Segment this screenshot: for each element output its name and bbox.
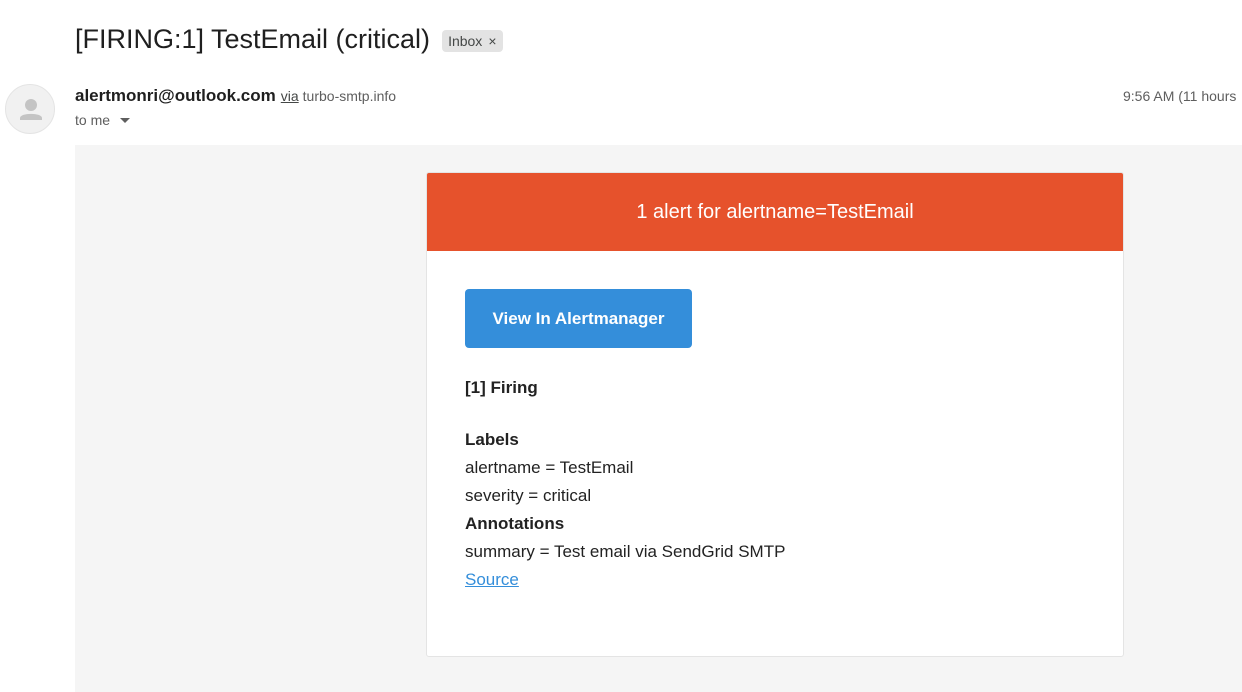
firing-title: [1] Firing [465,378,538,397]
sender-info: alertmonri@outlook.com via turbo-smtp.in… [75,86,396,106]
dropdown-arrow-icon[interactable] [120,118,131,123]
recipient-row[interactable]: to me [75,112,131,128]
email-subject: [FIRING:1] TestEmail (critical) [75,24,431,54]
label-alertname: alertname = TestEmail [465,458,634,477]
via-domain: turbo-smtp.info [302,88,397,104]
email-body: 1 alert for alertname=TestEmail View In … [75,145,1242,692]
alert-card: 1 alert for alertname=TestEmail View In … [426,172,1124,657]
via-link[interactable]: via [281,88,299,104]
email-subject-row: [FIRING:1] TestEmail (critical) Inbox × [75,24,503,55]
alert-card-content: View In Alertmanager [1] Firing Labels a… [427,251,1123,594]
close-icon[interactable]: × [488,33,496,49]
source-link[interactable]: Source [465,570,519,589]
alert-card-header: 1 alert for alertname=TestEmail [427,173,1123,251]
view-in-alertmanager-button[interactable]: View In Alertmanager [465,289,692,348]
sender-name[interactable]: alertmonri@outlook.com [75,86,276,106]
sender-avatar[interactable] [5,84,55,134]
email-timestamp: 9:56 AM (11 hours [1123,88,1237,104]
labels-title: Labels [465,430,519,449]
annotation-summary: summary = Test email via SendGrid SMTP [465,542,786,561]
label-severity: severity = critical [465,486,592,505]
alert-details: Labels alertname = TestEmail severity = … [465,426,1085,594]
inbox-label-text: Inbox [448,32,483,49]
annotations-title: Annotations [465,514,565,533]
recipient-text: to me [75,112,111,128]
inbox-label-chip[interactable]: Inbox × [442,29,503,52]
person-avatar-icon [20,99,42,120]
